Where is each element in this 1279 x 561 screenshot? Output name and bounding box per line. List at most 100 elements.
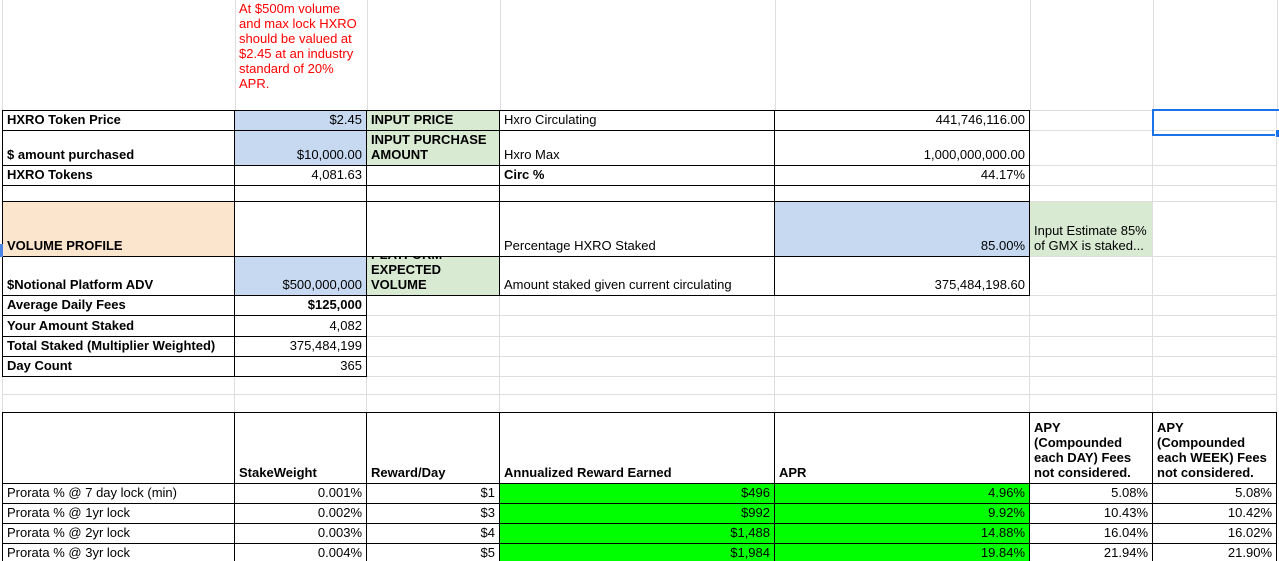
empty-cell[interactable] [235, 377, 367, 395]
empty-cell[interactable] [1153, 202, 1277, 257]
lock-row-annualized[interactable]: $1,488 [500, 524, 775, 544]
empty-cell[interactable] [775, 316, 1030, 337]
lock-row-apy-day[interactable]: 5.08% [1030, 484, 1153, 504]
selected-cell[interactable] [1152, 109, 1279, 138]
empty-cell[interactable] [367, 166, 500, 186]
empty-cell[interactable] [367, 377, 500, 395]
empty-cell[interactable] [235, 186, 367, 202]
lock-row-stakeweight[interactable]: 0.004% [235, 544, 367, 561]
cell-circ-pct-label[interactable]: Circ % [500, 166, 775, 186]
empty-cell[interactable] [1153, 166, 1277, 186]
lock-row-stakeweight[interactable]: 0.001% [235, 484, 367, 504]
cell-your-staked-value[interactable]: 4,082 [235, 316, 367, 337]
lock-row-apy-week[interactable]: 10.42% [1153, 504, 1277, 524]
empty-cell[interactable] [367, 395, 500, 412]
lock-row-apr[interactable]: 19.84% [775, 544, 1030, 561]
lock-row-apr[interactable]: 4.96% [775, 484, 1030, 504]
empty-cell[interactable] [1153, 257, 1277, 296]
empty-cell[interactable] [1030, 110, 1153, 131]
cell-total-staked-value[interactable]: 375,484,199 [235, 337, 367, 357]
empty-cell[interactable] [1030, 337, 1153, 357]
empty-cell[interactable] [367, 316, 500, 337]
lock-row-annualized[interactable]: $1,984 [500, 544, 775, 561]
cell-circulating-label[interactable]: Hxro Circulating [500, 110, 775, 131]
empty-cell[interactable] [235, 395, 367, 412]
lock-row-apy-day[interactable]: 21.94% [1030, 544, 1153, 561]
cell-token-price-value[interactable]: $2.45 [235, 110, 367, 131]
cell-staked-note[interactable]: Input Estimate 85% of GMX is staked... [1030, 202, 1153, 257]
lock-table-header-annualized[interactable]: Annualized Reward Earned [500, 412, 775, 484]
empty-cell[interactable] [1153, 395, 1277, 412]
cell-adv-value[interactable]: $500,000,000 [235, 257, 367, 296]
empty-cell[interactable] [500, 186, 775, 202]
cell-token-price-label[interactable]: HXRO Token Price [2, 110, 235, 131]
lock-row-apy-day[interactable]: 10.43% [1030, 504, 1153, 524]
empty-cell[interactable] [1153, 316, 1277, 337]
cell-staked-amount-value[interactable]: 375,484,198.60 [775, 257, 1030, 296]
lock-table-header-apr[interactable]: APR [775, 412, 1030, 484]
lock-row-apr[interactable]: 9.92% [775, 504, 1030, 524]
lock-table-header-reward-day[interactable]: Reward/Day [367, 412, 500, 484]
empty-cell[interactable] [1030, 316, 1153, 337]
lock-row-apy-week[interactable]: 16.02% [1153, 524, 1277, 544]
cell-day-count-label[interactable]: Day Count [2, 357, 235, 377]
empty-cell[interactable] [500, 377, 775, 395]
lock-table-header-stakeweight[interactable]: StakeWeight [235, 412, 367, 484]
cell-purchase-value[interactable]: $10,000.00 [235, 131, 367, 166]
empty-cell[interactable] [1153, 296, 1277, 316]
cell-day-count-value[interactable]: 365 [235, 357, 367, 377]
lock-row-apy-day[interactable]: 16.04% [1030, 524, 1153, 544]
empty-cell[interactable] [367, 337, 500, 357]
lock-row-reward-day[interactable]: $4 [367, 524, 500, 544]
empty-cell[interactable] [1153, 377, 1277, 395]
lock-table-header-empty[interactable] [2, 412, 235, 484]
lock-row-label[interactable]: Prorata % @ 2yr lock [2, 524, 235, 544]
empty-cell[interactable] [1030, 357, 1153, 377]
empty-cell[interactable] [775, 296, 1030, 316]
lock-row-annualized[interactable]: $496 [500, 484, 775, 504]
lock-row-label[interactable]: Prorata % @ 3yr lock [2, 544, 235, 561]
empty-cell[interactable] [1030, 377, 1153, 395]
cell-total-staked-label[interactable]: Total Staked (Multiplier Weighted) [2, 337, 235, 357]
cell-staked-pct-value[interactable]: 85.00% [775, 202, 1030, 257]
cell-tokens-value[interactable]: 4,081.63 [235, 166, 367, 186]
empty-cell[interactable] [367, 202, 500, 257]
cell-circulating-value[interactable]: 441,746,116.00 [775, 110, 1030, 131]
cell-fees-label[interactable]: Average Daily Fees [2, 296, 235, 316]
lock-row-annualized[interactable]: $992 [500, 504, 775, 524]
lock-table-header-apy-week[interactable]: APY (Compounded each WEEK) Fees not cons… [1153, 412, 1277, 484]
cell-fees-value[interactable]: $125,000 [235, 296, 367, 316]
fill-handle[interactable] [1275, 129, 1279, 138]
cell-max-label[interactable]: Hxro Max [500, 131, 775, 166]
cell-your-staked-label[interactable]: Your Amount Staked [2, 316, 235, 337]
empty-cell[interactable] [367, 296, 500, 316]
cell-tokens-label[interactable]: HXRO Tokens [2, 166, 235, 186]
empty-cell[interactable] [500, 357, 775, 377]
lock-row-apr[interactable]: 14.88% [775, 524, 1030, 544]
empty-cell[interactable] [2, 186, 235, 202]
empty-cell[interactable] [775, 337, 1030, 357]
empty-cell[interactable] [367, 357, 500, 377]
empty-cell[interactable] [775, 357, 1030, 377]
empty-cell[interactable] [2, 395, 235, 412]
cell-staked-amount-label[interactable]: Amount staked given current circulating [500, 257, 775, 296]
lock-row-stakeweight[interactable]: 0.002% [235, 504, 367, 524]
cell-volume-profile-label[interactable]: VOLUME PROFILE [2, 202, 235, 257]
empty-cell[interactable] [1153, 186, 1277, 202]
cell-circ-pct-value[interactable]: 44.17% [775, 166, 1030, 186]
lock-row-stakeweight[interactable]: 0.003% [235, 524, 367, 544]
empty-cell[interactable] [775, 395, 1030, 412]
empty-cell[interactable] [500, 337, 775, 357]
empty-cell[interactable] [500, 316, 775, 337]
empty-cell[interactable] [775, 186, 1030, 202]
empty-cell[interactable] [1030, 186, 1153, 202]
cell-platform-volume-tag[interactable]: PLATFORM EXPECTED VOLUME [367, 257, 500, 296]
note-cell[interactable]: At $500m volume and max lock HXRO should… [235, 0, 367, 110]
cell-max-value[interactable]: 1,000,000,000.00 [775, 131, 1030, 166]
cell-staked-pct-label[interactable]: Percentage HXRO Staked [500, 202, 775, 257]
empty-cell[interactable] [1030, 257, 1153, 296]
empty-cell[interactable] [500, 395, 775, 412]
lock-row-apy-week[interactable]: 5.08% [1153, 484, 1277, 504]
empty-cell[interactable] [367, 186, 500, 202]
empty-cell[interactable] [500, 296, 775, 316]
